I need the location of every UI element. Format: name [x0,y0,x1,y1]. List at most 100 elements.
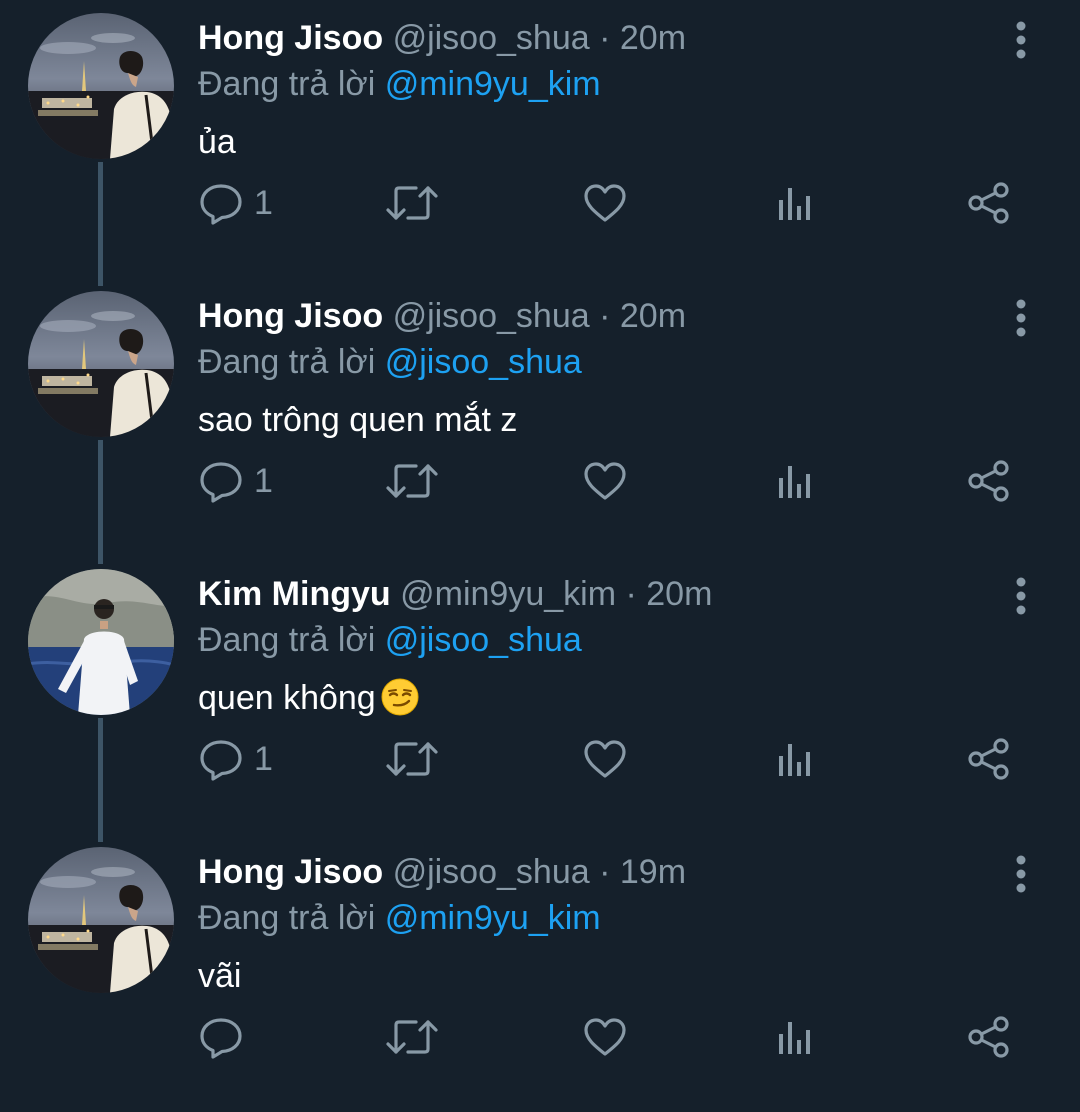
more-options-button[interactable] [1002,574,1040,618]
analytics-icon [779,188,810,220]
seaside-avatar[interactable] [28,569,174,715]
display-name[interactable]: Hong Jisoo [198,297,383,335]
night-city-avatar[interactable] [28,847,174,993]
time-separator: · [599,853,611,891]
tweet-4[interactable]: Hong Jisoo @jisoo_shua · 19m Đang trả lờ… [0,834,1080,1112]
more-vertical-icon [1016,299,1026,337]
replying-to-label: Đang trả lời [198,621,376,659]
reply-mention-link[interactable]: @jisoo_shua [385,343,582,381]
reply-icon [200,740,242,781]
tweet-time[interactable]: 20m [646,575,712,613]
tweet-text: sao trông quen mắt z [198,398,517,442]
display-name[interactable]: Hong Jisoo [198,19,383,57]
like-icon [584,184,626,222]
night-city-avatar[interactable] [28,13,174,159]
analytics-button[interactable] [776,456,816,506]
share-icon [968,182,1009,224]
more-options-button[interactable] [1002,18,1040,62]
share-icon [968,460,1009,502]
tweet-text-content: vãi [198,957,242,995]
more-vertical-icon [1016,577,1026,615]
replying-to-label: Đang trả lời [198,65,376,103]
reply-button[interactable]: 1 [198,734,273,784]
share-icon [968,738,1009,780]
reply-button[interactable] [198,1012,254,1062]
smirking-face-emoji [380,677,420,717]
tweet-text: ủa [198,120,236,164]
tweet-time[interactable]: 20m [620,297,686,335]
tweet-text: quen không [198,676,420,720]
tweet-time[interactable]: 20m [620,19,686,57]
tweet-header: Hong Jisoo @jisoo_shua · 20m [198,16,686,60]
analytics-icon [779,744,810,776]
replying-to: Đang trả lời @min9yu_kim [198,62,601,106]
retweet-icon [386,1020,438,1054]
retweet-button[interactable] [386,456,438,506]
more-options-button[interactable] [1002,296,1040,340]
user-handle[interactable]: @jisoo_shua [393,297,590,335]
night-city-avatar[interactable] [28,291,174,437]
analytics-button[interactable] [776,178,816,228]
more-vertical-icon [1016,21,1026,59]
like-button[interactable] [582,178,628,228]
analytics-button[interactable] [776,1012,816,1062]
tweet-text-content: quen không [198,679,376,717]
retweet-button[interactable] [386,734,438,784]
time-separator: · [599,297,611,335]
reply-button[interactable]: 1 [198,178,273,228]
share-button[interactable] [966,734,1012,784]
tweet-3[interactable]: Kim Mingyu @min9yu_kim · 20m Đang trả lờ… [0,556,1080,834]
share-button[interactable] [966,1012,1012,1062]
tweet-text-content: sao trông quen mắt z [198,401,518,439]
retweet-icon [386,186,438,220]
share-button[interactable] [966,178,1012,228]
tweet-time[interactable]: 19m [620,853,686,891]
tweet-header: Hong Jisoo @jisoo_shua · 19m [198,850,686,894]
user-handle[interactable]: @min9yu_kim [400,575,616,613]
like-icon [584,1018,626,1056]
reply-count: 1 [254,740,273,778]
like-button[interactable] [582,456,628,506]
retweet-icon [386,742,438,776]
reply-icon [200,1018,242,1059]
analytics-button[interactable] [776,734,816,784]
tweet-header: Hong Jisoo @jisoo_shua · 20m [198,294,686,338]
tweet-text-content: ủa [198,123,236,161]
replying-to: Đang trả lời @jisoo_shua [198,340,582,384]
more-options-button[interactable] [1002,852,1040,896]
user-handle[interactable]: @jisoo_shua [393,19,590,57]
like-button[interactable] [582,1012,628,1062]
time-separator: · [599,19,611,57]
share-icon [968,1016,1009,1058]
replying-to: Đang trả lời @jisoo_shua [198,618,582,662]
replying-to-label: Đang trả lời [198,343,376,381]
reply-icon [200,184,242,225]
display-name[interactable]: Hong Jisoo [198,853,383,891]
like-icon [584,462,626,500]
replying-to-label: Đang trả lời [198,899,376,937]
reply-button[interactable]: 1 [198,456,273,506]
tweet-text: vãi [198,954,241,998]
share-button[interactable] [966,456,1012,506]
more-vertical-icon [1016,855,1026,893]
reply-count: 1 [254,184,273,222]
time-separator: · [625,575,637,613]
tweet-2[interactable]: Hong Jisoo @jisoo_shua · 20m Đang trả lờ… [0,278,1080,556]
display-name[interactable]: Kim Mingyu [198,575,391,613]
analytics-icon [779,1022,810,1054]
tweet-1[interactable]: Hong Jisoo @jisoo_shua · 20m Đang trả lờ… [0,0,1080,278]
emoji-slot [376,677,420,717]
retweet-button[interactable] [386,178,438,228]
retweet-icon [386,464,438,498]
reply-mention-link[interactable]: @min9yu_kim [385,65,601,103]
replying-to: Đang trả lời @min9yu_kim [198,896,601,940]
retweet-button[interactable] [386,1012,438,1062]
reply-icon [200,462,242,503]
like-icon [584,740,626,778]
analytics-icon [779,466,810,498]
reply-mention-link[interactable]: @jisoo_shua [385,621,582,659]
tweet-header: Kim Mingyu @min9yu_kim · 20m [198,572,712,616]
user-handle[interactable]: @jisoo_shua [393,853,590,891]
reply-mention-link[interactable]: @min9yu_kim [385,899,601,937]
like-button[interactable] [582,734,628,784]
